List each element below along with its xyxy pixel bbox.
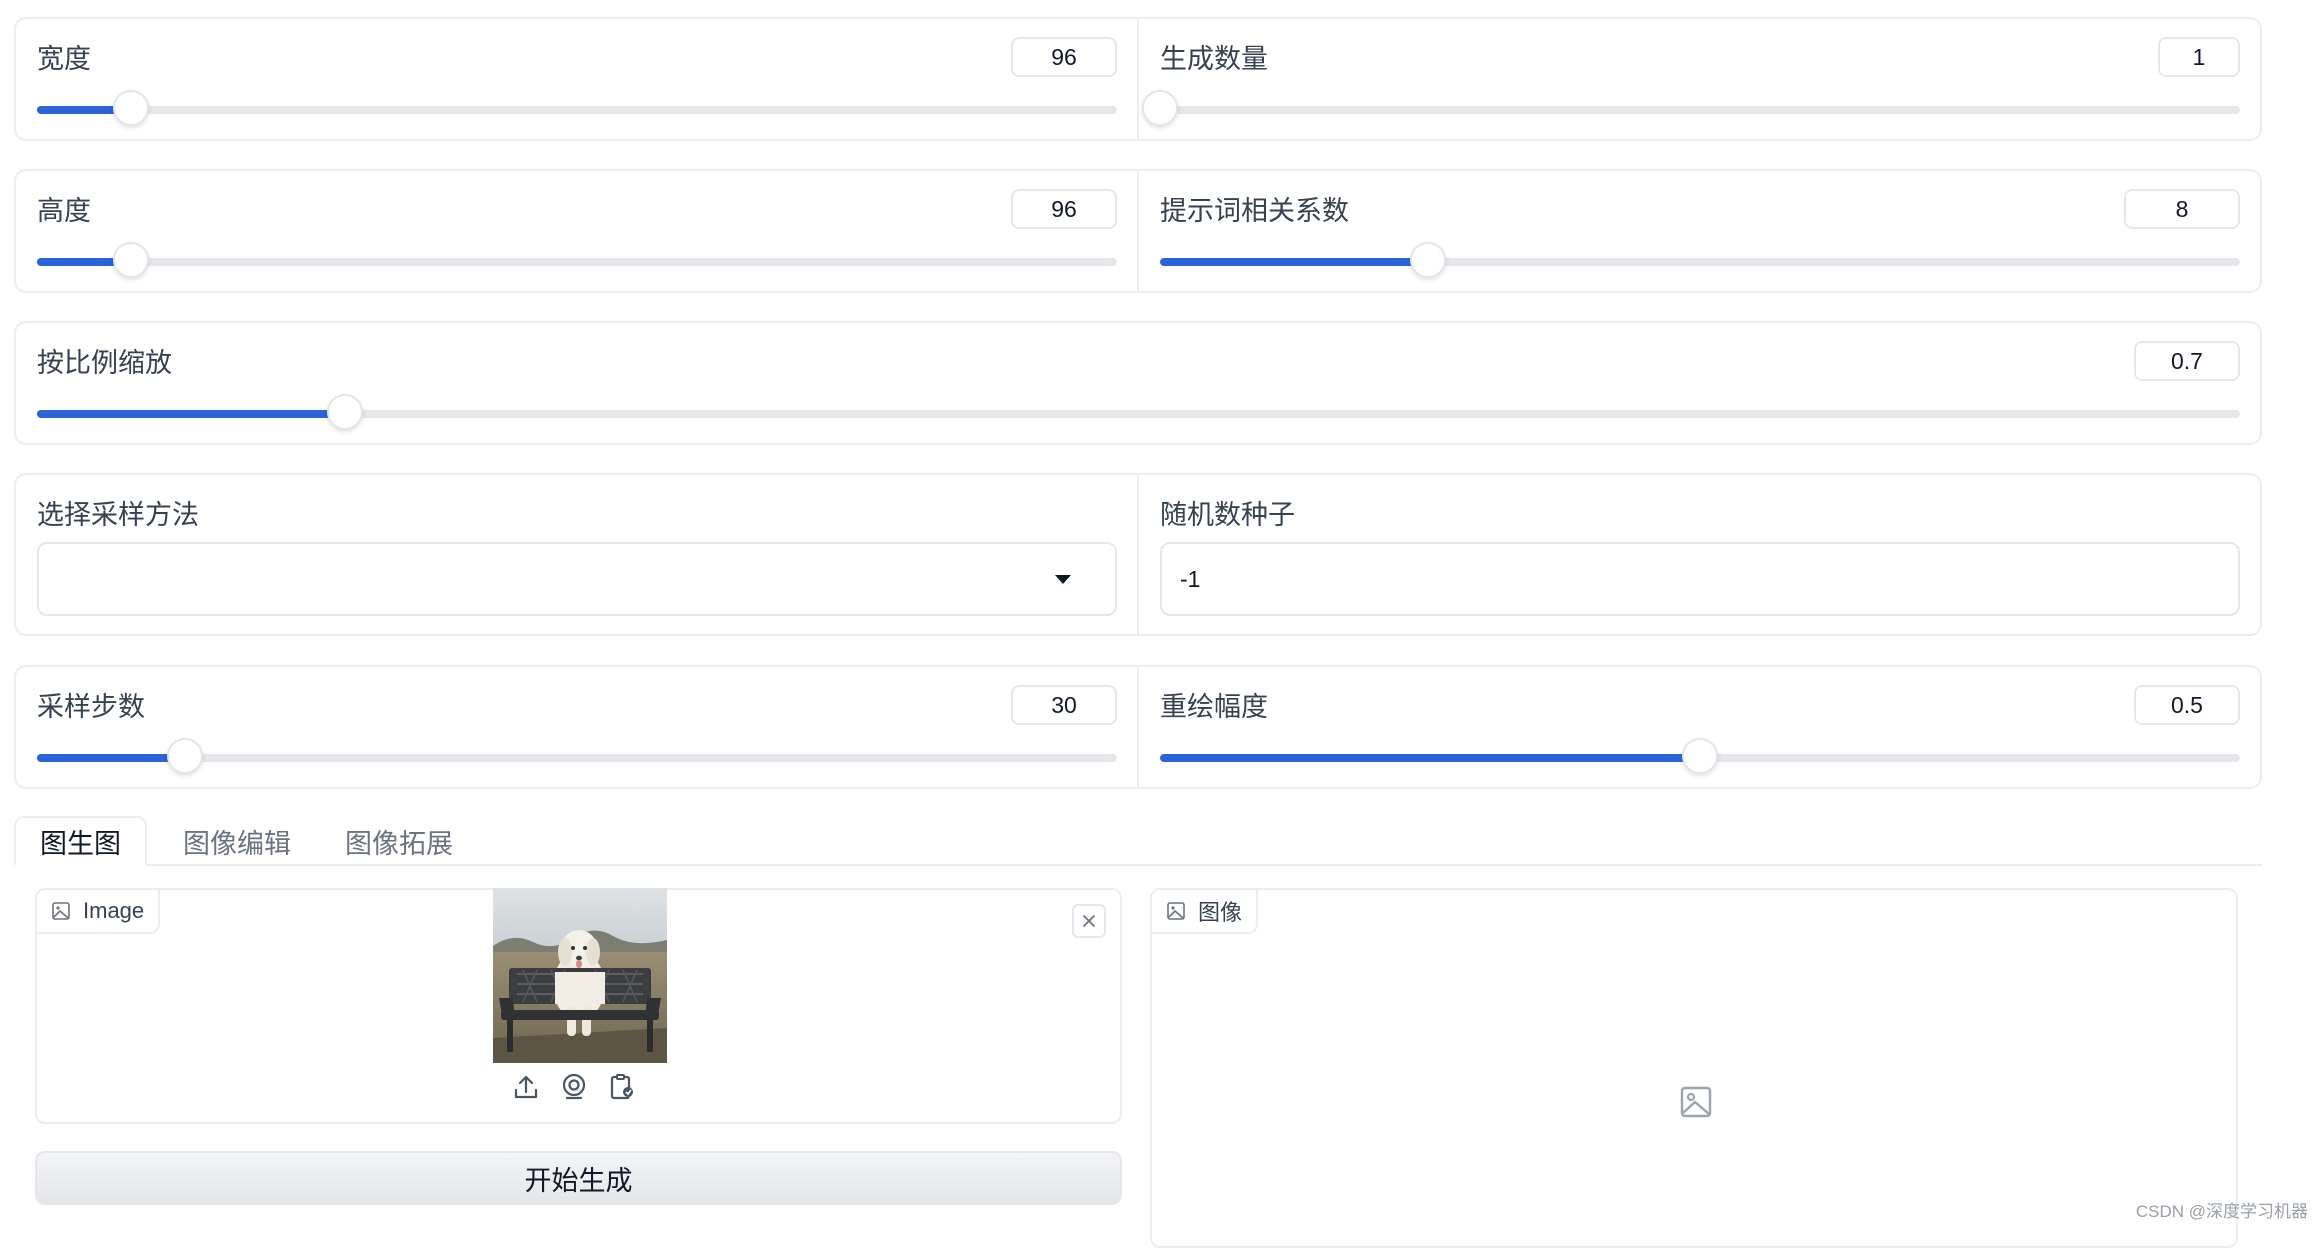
scale-slider-thumb[interactable] (327, 394, 364, 430)
mode-tabs: 图生图 图像编辑 图像拓展 (14, 816, 2262, 866)
image-icon (1167, 902, 1185, 920)
cfg-slider[interactable] (1160, 242, 2240, 278)
height-cfg-panel: 高度 96 提示词相关系数 8 (14, 169, 2262, 293)
steps-number-input[interactable]: 30 (1011, 685, 1117, 725)
height-slider-thumb[interactable] (112, 242, 149, 278)
count-number-input[interactable]: 1 (2158, 37, 2240, 77)
height-number-input[interactable]: 96 (1011, 189, 1117, 229)
image-icon (52, 902, 70, 920)
seed-group: 随机数种子 -1 (1137, 475, 2260, 634)
tab-img2img[interactable]: 图生图 (14, 816, 147, 866)
cfg-number-input[interactable]: 8 (2124, 189, 2240, 229)
clipboard-icon[interactable] (607, 1072, 637, 1102)
image-source-actions (511, 1072, 637, 1102)
scale-panel: 按比例缩放 0.7 (14, 321, 2262, 445)
denoise-slider[interactable] (1160, 738, 2240, 774)
input-image-box[interactable]: Image (35, 888, 1122, 1124)
watermark: CSDN @深度学习机器 (2135, 1202, 2308, 1221)
output-image-chip-label: 图像 (1198, 900, 1243, 925)
steps-slider-group: 采样步数 30 (16, 667, 1137, 787)
input-image-chip-label: Image (83, 898, 145, 923)
seed-label: 随机数种子 (1160, 500, 1295, 530)
chevron-down-icon (1055, 575, 1071, 584)
sampler-dropdown[interactable] (37, 542, 1117, 616)
height-label: 高度 (37, 196, 91, 226)
height-slider[interactable] (37, 242, 1117, 278)
output-image-box: 图像 (1150, 888, 2238, 1248)
webcam-icon[interactable] (559, 1072, 589, 1102)
width-slider-group: 宽度 96 (16, 19, 1137, 139)
width-slider-thumb[interactable] (112, 90, 149, 126)
denoise-label: 重绘幅度 (1160, 692, 1268, 722)
denoise-slider-fill (1160, 754, 1700, 762)
scale-slider[interactable] (37, 394, 2240, 430)
count-slider-group: 生成数量 1 (1137, 19, 2260, 139)
height-slider-group: 高度 96 (16, 171, 1137, 291)
scale-slider-fill (37, 410, 346, 418)
generate-button[interactable]: 开始生成 (35, 1151, 1122, 1205)
sampler-group: 选择采样方法 (16, 475, 1137, 634)
scale-label: 按比例缩放 (37, 348, 172, 378)
sampler-seed-panel: 选择采样方法 随机数种子 -1 (14, 473, 2262, 636)
count-slider-thumb[interactable] (1142, 90, 1178, 126)
width-slider[interactable] (37, 90, 1117, 126)
uploaded-dog-photo (493, 888, 667, 1063)
cfg-slider-fill (1160, 258, 1428, 266)
denoise-slider-group: 重绘幅度 0.5 (1137, 667, 2260, 787)
cfg-label: 提示词相关系数 (1160, 196, 1349, 226)
scale-number-input[interactable]: 0.7 (2134, 341, 2240, 381)
seed-input[interactable]: -1 (1160, 542, 2240, 616)
denoise-slider-thumb[interactable] (1682, 738, 1718, 774)
width-number-input[interactable]: 96 (1011, 37, 1117, 77)
steps-slider[interactable] (37, 738, 1117, 774)
denoise-number-input[interactable]: 0.5 (2134, 685, 2240, 725)
scale-slider-group: 按比例缩放 0.7 (16, 323, 2260, 443)
output-image-chip: 图像 (1150, 888, 1259, 934)
cfg-slider-thumb[interactable] (1409, 242, 1446, 278)
input-image-chip: Image (35, 888, 161, 934)
steps-label: 采样步数 (37, 692, 145, 722)
cfg-slider-group: 提示词相关系数 8 (1137, 171, 2260, 291)
tab-image-outpaint[interactable]: 图像拓展 (324, 816, 474, 866)
steps-slider-thumb[interactable] (166, 738, 203, 774)
sampler-label: 选择采样方法 (37, 500, 199, 530)
count-slider[interactable] (1142, 90, 2240, 126)
size-count-panel: 宽度 96 生成数量 1 (14, 17, 2262, 141)
close-icon[interactable] (1072, 904, 1106, 938)
upload-icon[interactable] (511, 1072, 541, 1102)
count-label: 生成数量 (1160, 44, 1268, 74)
image-placeholder-icon (1680, 1086, 1712, 1118)
steps-denoise-panel: 采样步数 30 重绘幅度 0.5 (14, 665, 2262, 789)
width-label: 宽度 (37, 44, 91, 74)
tab-image-edit[interactable]: 图像编辑 (162, 816, 312, 866)
steps-slider-fill (37, 754, 185, 762)
